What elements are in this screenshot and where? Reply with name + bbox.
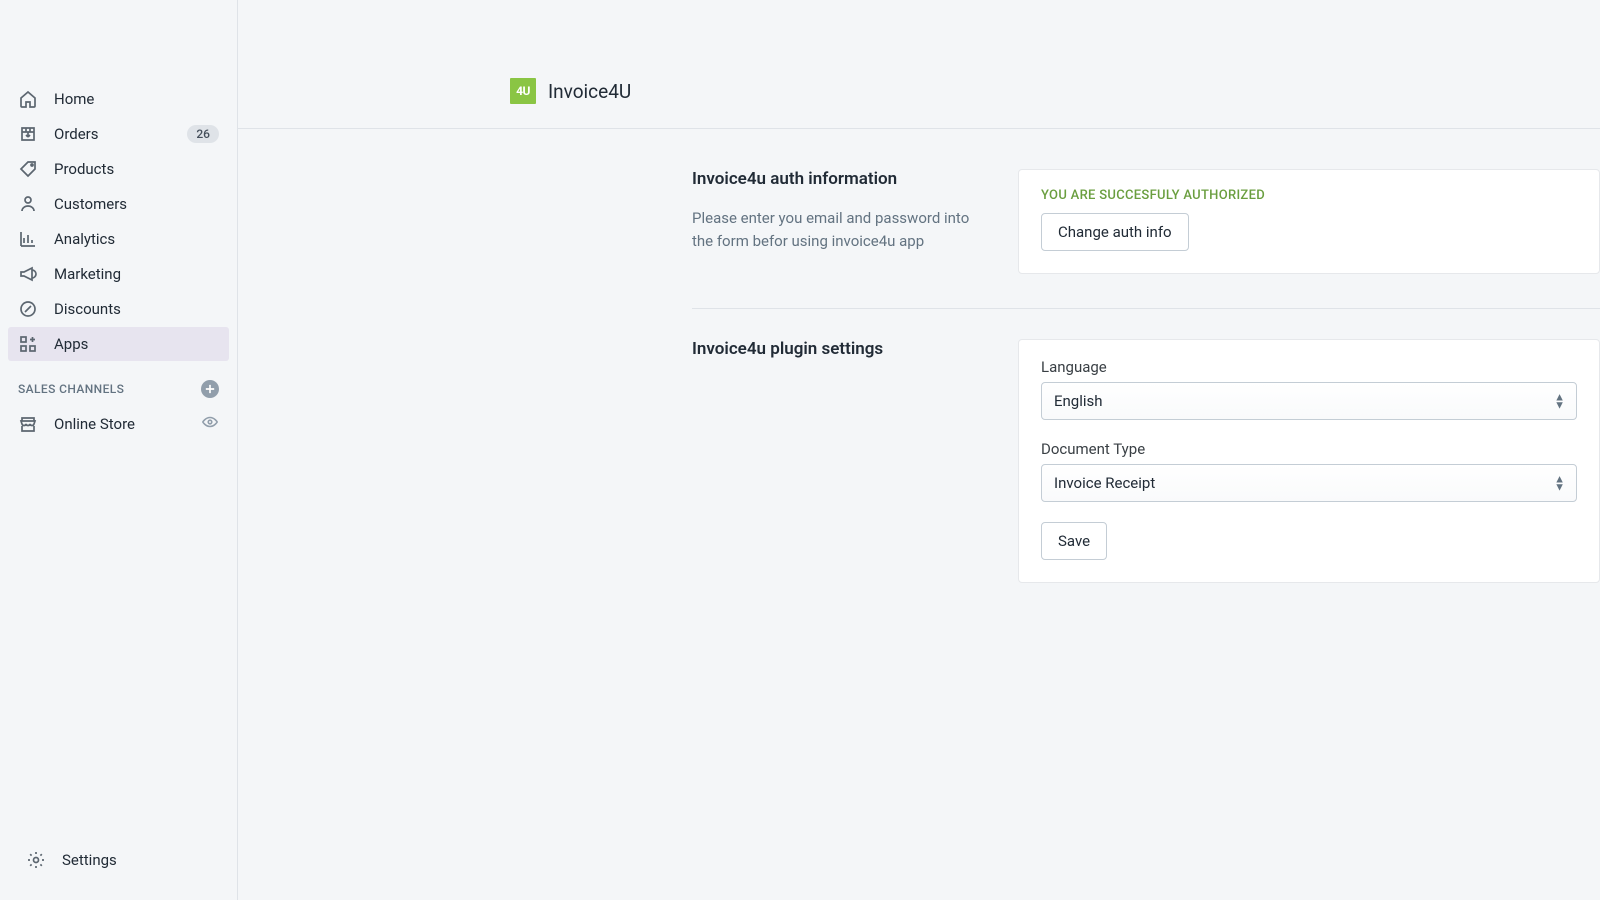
nav-customers[interactable]: Customers xyxy=(8,187,229,221)
nav-label: Settings xyxy=(62,851,211,869)
nav-label: Orders xyxy=(54,125,187,143)
nav-orders[interactable]: Orders 26 xyxy=(8,117,229,151)
doctype-select[interactable]: Invoice Receipt xyxy=(1041,464,1577,502)
app-title: Invoice4U xyxy=(548,80,631,103)
nav-label: Home xyxy=(54,90,219,108)
language-label: Language xyxy=(1041,358,1577,376)
page-header: 4U Invoice4U xyxy=(238,0,1600,129)
auth-section: Invoice4u auth information Please enter … xyxy=(692,169,1600,309)
channels-nav: Online Store xyxy=(0,406,237,443)
auth-section-description: Please enter you email and password into… xyxy=(692,207,988,252)
auth-status-text: YOU ARE SUCCESFULY AUTHORIZED xyxy=(1041,188,1577,203)
nav-marketing[interactable]: Marketing xyxy=(8,257,229,291)
settings-section-title: Invoice4u plugin settings xyxy=(692,339,988,359)
save-button[interactable]: Save xyxy=(1041,522,1107,560)
customers-icon xyxy=(18,194,38,214)
analytics-icon xyxy=(18,229,38,249)
apps-icon xyxy=(18,334,38,354)
language-select[interactable]: English xyxy=(1041,382,1577,420)
orders-badge: 26 xyxy=(187,125,219,143)
nav-online-store[interactable]: Online Store xyxy=(8,406,229,442)
nav-products[interactable]: Products xyxy=(8,152,229,186)
nav-label: Marketing xyxy=(54,265,219,283)
auth-section-title: Invoice4u auth information xyxy=(692,169,988,189)
sales-channels-label: SALES CHANNELS xyxy=(18,382,124,396)
products-icon xyxy=(18,159,38,179)
nav-analytics[interactable]: Analytics xyxy=(8,222,229,256)
primary-nav: Home Orders 26 Products Customers xyxy=(0,82,237,362)
marketing-icon xyxy=(18,264,38,284)
nav-home[interactable]: Home xyxy=(8,82,229,116)
store-icon xyxy=(18,414,38,434)
settings-card: Language English ▲▼ Document Type I xyxy=(1018,339,1600,583)
auth-card: YOU ARE SUCCESFULY AUTHORIZED Change aut… xyxy=(1018,169,1600,274)
main-content: 4U Invoice4U Invoice4u auth information … xyxy=(238,0,1600,900)
orders-icon xyxy=(18,124,38,144)
add-channel-icon[interactable] xyxy=(201,380,219,398)
eye-icon[interactable] xyxy=(201,413,219,435)
plugin-settings-section: Invoice4u plugin settings Language Engli… xyxy=(692,339,1600,617)
nav-discounts[interactable]: Discounts xyxy=(8,292,229,326)
home-icon xyxy=(18,89,38,109)
sidebar: Home Orders 26 Products Customers xyxy=(0,0,238,900)
sales-channels-header: SALES CHANNELS xyxy=(0,362,237,406)
nav-label: Customers xyxy=(54,195,219,213)
nav-label: Products xyxy=(54,160,219,178)
nav-label: Online Store xyxy=(54,415,201,433)
discounts-icon xyxy=(18,299,38,319)
nav-label: Discounts xyxy=(54,300,219,318)
nav-label: Apps xyxy=(54,335,219,353)
change-auth-button[interactable]: Change auth info xyxy=(1041,213,1189,251)
nav-apps[interactable]: Apps xyxy=(8,327,229,361)
app-logo: 4U xyxy=(510,78,536,104)
nav-label: Analytics xyxy=(54,230,219,248)
nav-settings[interactable]: Settings xyxy=(16,843,221,877)
gear-icon xyxy=(26,850,46,870)
doctype-label: Document Type xyxy=(1041,440,1577,458)
